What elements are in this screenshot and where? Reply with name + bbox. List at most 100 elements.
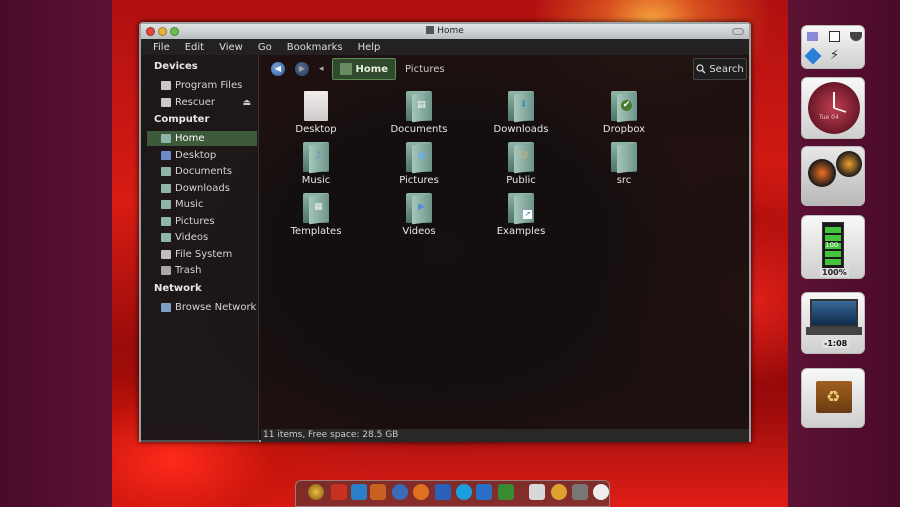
sidebar-item-downloads[interactable]: Downloads — [147, 181, 257, 196]
recycle-icon: ♻ — [826, 387, 841, 406]
sidebar-item-videos[interactable]: Videos — [147, 230, 257, 245]
file-item-documents[interactable]: ▤ Documents — [374, 91, 464, 135]
breadcrumb-pictures-button[interactable]: Pictures — [405, 64, 445, 75]
file-item-label: Dropbox — [602, 124, 646, 135]
sidebar-item-file-system[interactable]: File System — [147, 247, 257, 262]
tray-toggle-icon[interactable] — [850, 32, 862, 41]
terminal-dock-icon[interactable] — [351, 484, 367, 500]
downloads-icon — [161, 184, 171, 193]
file-item-downloads[interactable]: ⬇ Downloads — [476, 91, 566, 135]
media-player-widget[interactable]: -1:08 — [801, 292, 865, 354]
menu-file[interactable]: File — [153, 42, 170, 53]
trash-icon — [161, 266, 171, 275]
browser-dock-icon[interactable] — [392, 484, 408, 500]
sidebar-item-home[interactable]: Home — [147, 131, 257, 146]
sidebar-item-rescuer[interactable]: Rescuer ⏏ — [147, 95, 257, 110]
lock-dock-icon[interactable] — [529, 484, 545, 500]
sidebar-item-label: Home — [175, 133, 205, 144]
monitor-icon[interactable] — [807, 32, 818, 41]
file-item-templates[interactable]: ▦ Templates — [271, 193, 361, 237]
sidebar-item-documents[interactable]: Documents — [147, 164, 257, 179]
lightning-icon[interactable]: ⚡ — [830, 48, 839, 63]
minimize-button[interactable] — [158, 27, 167, 36]
places-sidebar: Devices Program Files Rescuer ⏏ Computer… — [141, 55, 259, 442]
file-item-src[interactable]: src — [579, 142, 669, 186]
breadcrumb-home-button[interactable]: Home — [331, 58, 396, 80]
sidebar-item-label: Program Files — [175, 80, 243, 91]
status-bar: 11 items, Free space: 28.5 GB — [261, 429, 749, 442]
folder-dropbox-icon: ✔ — [611, 91, 637, 123]
sidebar-item-label: Trash — [175, 265, 202, 276]
titlebar-pill-button[interactable] — [732, 28, 744, 35]
window-titlebar[interactable]: Home — [141, 24, 749, 39]
clock-widget[interactable]: Tue 04 — [801, 77, 865, 139]
battery-icon: 100 — [822, 222, 844, 270]
home-icon — [426, 26, 435, 34]
folder-documents-icon: ▤ — [406, 91, 432, 123]
search-label: Search — [709, 63, 744, 75]
file-item-pictures[interactable]: ▣ Pictures — [374, 142, 464, 186]
security-dock-icon[interactable] — [572, 484, 588, 500]
fire-face-icon — [808, 159, 836, 187]
sidebar-item-desktop[interactable]: Desktop — [147, 148, 257, 163]
sidebar-item-music[interactable]: Music — [147, 197, 257, 212]
back-button[interactable]: ◀ — [271, 62, 285, 76]
sidebar-item-program-files[interactable]: Program Files — [147, 78, 257, 93]
file-item-public[interactable]: ☺ Public — [476, 142, 566, 186]
maximize-button[interactable] — [170, 27, 179, 36]
apps-dock-icon[interactable] — [476, 484, 492, 500]
power-dock-icon[interactable] — [593, 484, 609, 500]
skype-dock-icon[interactable] — [456, 484, 472, 500]
chat-dock-icon[interactable] — [435, 484, 451, 500]
menu-bookmarks[interactable]: Bookmarks — [287, 42, 343, 53]
folder-downloads-icon: ⬇ — [508, 91, 534, 123]
pictures-icon — [161, 217, 171, 226]
file-manager-window: Home File Edit View Go Bookmarks Help De… — [139, 22, 751, 442]
battery-widget[interactable]: 100 100% — [801, 215, 865, 279]
file-item-dropbox[interactable]: ✔ Dropbox — [579, 91, 669, 135]
media-time: -1:08 — [822, 339, 850, 348]
breadcrumb-scroll-left-icon[interactable]: ◂ — [319, 64, 324, 74]
close-button[interactable] — [146, 27, 155, 36]
menu-go[interactable]: Go — [258, 42, 272, 53]
menu-help[interactable]: Help — [358, 42, 381, 53]
menu-edit[interactable]: Edit — [185, 42, 204, 53]
folder-public-icon: ☺ — [508, 142, 534, 174]
fire-face-icon — [836, 151, 862, 177]
drive-icon — [161, 98, 171, 107]
ubuntu-dock-icon[interactable] — [308, 484, 324, 500]
sidebar-item-browse-network[interactable]: Browse Network — [147, 300, 257, 315]
download-dock-icon[interactable] — [498, 484, 514, 500]
document-icon — [304, 91, 328, 121]
sidebar-heading-network: Network — [154, 283, 202, 294]
window-icon[interactable] — [829, 31, 840, 42]
file-item-music[interactable]: ♪ Music — [271, 142, 361, 186]
sidebar-item-label: Documents — [175, 166, 233, 177]
network-icon — [161, 303, 171, 312]
search-icon — [696, 64, 706, 74]
menu-view[interactable]: View — [219, 42, 243, 53]
dropbox-icon[interactable] — [804, 47, 822, 65]
file-item-examples[interactable]: ↗ Examples — [476, 193, 566, 237]
firefox-dock-icon[interactable] — [413, 484, 429, 500]
folder-templates-icon: ▦ — [303, 193, 329, 225]
sidebar-item-label: Music — [175, 199, 204, 210]
trash-widget[interactable]: ♻ — [801, 368, 865, 428]
folder-music-icon: ♪ — [303, 142, 329, 174]
sidebar-item-pictures[interactable]: Pictures — [147, 214, 257, 229]
home-folder-icon — [161, 134, 171, 143]
window-title: Home — [437, 26, 464, 36]
messenger-dock-icon[interactable] — [551, 484, 567, 500]
eject-icon[interactable]: ⏏ — [242, 98, 251, 108]
clock-hands — [833, 92, 847, 113]
forward-button[interactable]: ▶ — [295, 62, 309, 76]
search-button[interactable]: Search — [693, 58, 747, 80]
weather-widget[interactable] — [801, 146, 865, 206]
file-item-videos[interactable]: ▶ Videos — [374, 193, 464, 237]
tools-dock-icon[interactable] — [370, 484, 386, 500]
file-item-desktop[interactable]: Desktop — [271, 91, 361, 135]
battery-percent: 100% — [820, 268, 849, 277]
app-dock-icon[interactable] — [331, 484, 347, 500]
sidebar-item-trash[interactable]: Trash — [147, 263, 257, 278]
bottom-dock — [295, 480, 610, 507]
